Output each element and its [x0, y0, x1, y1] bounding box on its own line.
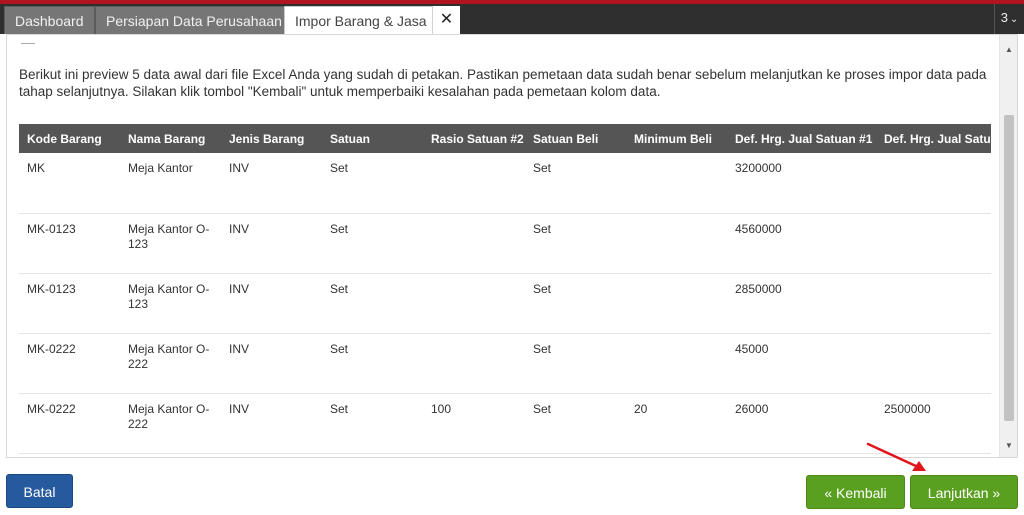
table-cell: Set [525, 213, 626, 274]
column-header: Def. Hrg. Jual Satuan #1 [727, 124, 876, 153]
table-cell: Set [322, 153, 423, 214]
table-cell: 3200000 [727, 153, 876, 214]
kembali-button[interactable]: « Kembali [806, 475, 905, 509]
table-cell [423, 333, 525, 394]
table-cell [626, 333, 727, 394]
tab-dashboard[interactable]: Dashboard [4, 6, 95, 34]
table-cell [423, 273, 525, 334]
table-row: MK-0123 Meja Kantor O-123 INV Set Set 4560000 [19, 213, 991, 274]
vertical-scrollbar[interactable]: ▲ ▼ [999, 35, 1017, 457]
column-header: Minimum Beli [626, 124, 727, 153]
column-header: Satuan Beli [525, 124, 626, 153]
table-cell [876, 153, 991, 214]
table-cell: Set [322, 213, 423, 274]
divider [21, 43, 35, 44]
table-cell: Set [525, 333, 626, 394]
table-cell: INV [221, 273, 322, 334]
preview-table: Kode Barang Nama Barang Jenis Barang Satuan… [19, 124, 991, 454]
table-cell: 100 [423, 393, 525, 454]
instructions-text: Berikut ini preview 5 data awal dari fil… [19, 67, 987, 99]
table-cell: 4560000 [727, 213, 876, 274]
table-cell: Set [525, 393, 626, 454]
scroll-up-icon[interactable]: ▲ [1000, 41, 1017, 59]
table-cell [626, 273, 727, 334]
table-row: MK-0222 Meja Kantor O-222 INV Set 100 Set 20 26… [19, 393, 991, 454]
scroll-thumb[interactable] [1004, 115, 1014, 421]
table-cell: Meja Kantor O-222 [120, 393, 221, 454]
table-cell [423, 153, 525, 214]
table-row: MK Meja Kantor INV Set Set 3200000 [19, 153, 991, 214]
table-cell: MK [19, 153, 120, 214]
table-cell: Set [322, 393, 423, 454]
tab-count-value: 3 [1000, 10, 1008, 25]
table-cell [876, 333, 991, 394]
table-cell: 2850000 [727, 273, 876, 334]
table-cell [626, 213, 727, 274]
lanjutkan-button[interactable]: Lanjutkan » [910, 475, 1018, 509]
table-cell: MK-0123 [19, 213, 120, 274]
table-cell: Meja Kantor O-123 [120, 273, 221, 334]
table-cell [876, 273, 991, 334]
table-cell: Meja Kantor [120, 153, 221, 214]
table-cell: Set [525, 153, 626, 214]
table-cell [876, 213, 991, 274]
table-cell: INV [221, 153, 322, 214]
table-cell: INV [221, 213, 322, 274]
table-cell: MK-0222 [19, 333, 120, 394]
tab-impor-barang-jasa[interactable]: Impor Barang & Jasa [284, 6, 438, 34]
table-cell: 20 [626, 393, 727, 454]
column-header: Satuan [322, 124, 423, 153]
tab-count-dropdown[interactable]: 3 ⌄ [994, 4, 1024, 34]
import-preview-panel: Berikut ini preview 5 data awal dari fil… [6, 34, 1018, 458]
column-header: Nama Barang [120, 124, 221, 153]
table-cell [423, 213, 525, 274]
table-cell: INV [221, 333, 322, 394]
annotation-arrow-icon [866, 442, 926, 471]
column-header: Kode Barang [19, 124, 120, 153]
table-cell: MK-0123 [19, 273, 120, 334]
column-header: Rasio Satuan #2 [423, 124, 525, 153]
table-cell: 26000 [727, 393, 876, 454]
table-cell: Meja Kantor O-222 [120, 333, 221, 394]
table-cell: Set [322, 333, 423, 394]
scroll-down-icon[interactable]: ▼ [1000, 437, 1017, 455]
table-cell [626, 153, 727, 214]
table-cell: Set [525, 273, 626, 334]
table-body: MK Meja Kantor INV Set Set 3200000 MK-0123 Meja… [19, 153, 991, 454]
table-row: MK-0123 Meja Kantor O-123 INV Set Set 2850000 [19, 273, 991, 334]
table-cell: INV [221, 393, 322, 454]
column-header: Jenis Barang [221, 124, 322, 153]
table-cell: 45000 [727, 333, 876, 394]
batal-button[interactable]: Batal [6, 474, 73, 508]
chevron-down-icon: ⌄ [1009, 14, 1019, 25]
preview-table-container: Kode Barang Nama Barang Jenis Barang Satuan… [19, 124, 991, 456]
tab-persiapan-data-perusahaan[interactable]: Persiapan Data Perusahaan [95, 6, 293, 34]
close-icon[interactable]: ✕ [432, 6, 460, 34]
table-row: MK-0222 Meja Kantor O-222 INV Set Set 45000 [19, 333, 991, 394]
table-cell: Set [322, 273, 423, 334]
table-cell: Meja Kantor O-123 [120, 213, 221, 274]
table-header-row: Kode Barang Nama Barang Jenis Barang Satuan… [19, 124, 991, 153]
tab-bar: Dashboard Persiapan Data Perusahaan Impo… [0, 4, 1024, 34]
table-cell: MK-0222 [19, 393, 120, 454]
column-header: Def. Hrg. Jual Satuan #2 [876, 124, 991, 153]
